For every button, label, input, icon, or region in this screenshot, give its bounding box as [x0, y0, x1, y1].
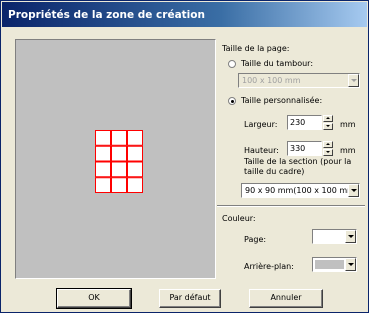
grid-cell — [111, 145, 127, 162]
chevron-down-icon[interactable] — [348, 74, 359, 87]
width-value: 230 — [290, 118, 306, 127]
width-input[interactable]: 230 — [287, 115, 322, 130]
height-increment-button[interactable] — [323, 141, 333, 148]
page-color-label: Page: — [244, 235, 267, 244]
cancel-button[interactable]: Annuler — [249, 289, 323, 308]
ok-button[interactable]: OK — [56, 288, 132, 309]
grid-cell — [127, 145, 143, 162]
grid-cell — [127, 130, 143, 146]
window-title: Propriétés de la zone de création — [8, 9, 205, 21]
section-grid — [95, 130, 143, 193]
background-color-label: Arrière-plan: — [244, 262, 294, 271]
width-stepper[interactable] — [323, 115, 333, 130]
hoop-size-radio[interactable] — [228, 60, 236, 68]
height-decrement-button[interactable] — [323, 149, 333, 156]
background-color-select[interactable] — [312, 257, 357, 272]
chevron-down-icon[interactable] — [345, 258, 356, 271]
section-size-label-2: taille du cadre) — [244, 167, 305, 176]
design-area-preview — [15, 39, 216, 279]
custom-size-radio[interactable] — [228, 97, 236, 105]
grid-cell — [111, 161, 127, 178]
grid-cell — [95, 177, 111, 193]
custom-size-label: Taille personnalisée: — [241, 96, 323, 105]
page-size-label: Taille de la page: — [222, 44, 290, 53]
page-color-swatch — [315, 232, 344, 241]
height-label: Hauteur: — [244, 146, 279, 155]
hoop-size-value: 100 x 100 mm — [242, 76, 301, 85]
background-color-swatch — [315, 260, 344, 269]
hoop-size-select[interactable]: 100 x 100 mm — [238, 73, 360, 88]
width-unit: mm — [340, 120, 356, 129]
chevron-down-icon[interactable] — [348, 184, 359, 197]
width-decrement-button[interactable] — [323, 123, 333, 130]
page-color-select[interactable] — [312, 229, 357, 244]
section-size-value: 90 x 90 mm(100 x 100 mm — [245, 186, 355, 195]
title-bar[interactable]: Propriétés de la zone de création — [2, 2, 367, 27]
height-unit: mm — [340, 146, 356, 155]
grid-cell — [95, 161, 111, 178]
divider — [217, 205, 365, 207]
grid-cell — [111, 130, 127, 146]
width-label: Largeur: — [244, 120, 278, 129]
grid-cell — [127, 177, 143, 193]
section-size-label-1: Taille de la section (pour la — [244, 157, 352, 166]
width-increment-button[interactable] — [323, 115, 333, 122]
grid-cell — [111, 177, 127, 193]
default-button[interactable]: Par défaut — [159, 289, 221, 308]
section-size-select[interactable]: 90 x 90 mm(100 x 100 mm — [241, 183, 360, 198]
height-input[interactable]: 330 — [287, 141, 322, 156]
dialog-window: Propriétés de la zone de création Taille… — [0, 0, 369, 313]
grid-cell — [95, 130, 111, 146]
hoop-size-label: Taille du tambour: — [241, 59, 314, 68]
height-value: 330 — [290, 144, 306, 153]
chevron-down-icon[interactable] — [345, 230, 356, 243]
grid-cell — [127, 161, 143, 178]
grid-cell — [95, 145, 111, 162]
color-label: Couleur: — [222, 214, 256, 223]
height-stepper[interactable] — [323, 141, 333, 156]
